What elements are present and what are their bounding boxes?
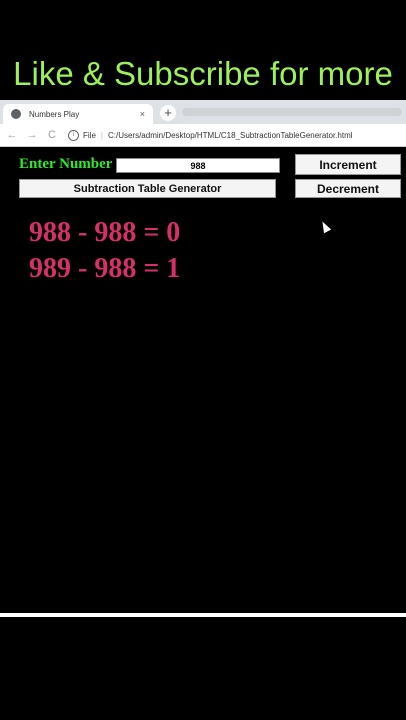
tab-title: Numbers Play [29,109,80,119]
results-list: 988 - 988 = 0 989 - 988 = 1 [29,215,180,287]
address-separator: | [100,130,103,140]
result-row: 989 - 988 = 1 [29,253,181,284]
decrement-button[interactable]: Decrement [295,179,401,198]
result-row: 988 - 988 = 0 [29,217,181,248]
increment-button[interactable]: Increment [295,154,401,175]
promo-banner: Like & Subscribe for more [13,55,393,92]
enter-number-label: Enter Number [19,156,113,172]
address-bar[interactable]: i File | C:/Users/admin/Desktop/HTML/C18… [68,127,353,143]
generate-table-button[interactable]: Subtraction Table Generator [19,179,276,198]
browser-tabstrip: Numbers Play × + [0,100,406,124]
page-content: Enter Number Increment Subtraction Table… [3,147,403,613]
info-icon[interactable]: i [68,129,79,141]
globe-icon [11,109,21,119]
browser-toolbar: ← → C i File | C:/Users/admin/Desktop/HT… [0,124,406,147]
back-icon[interactable]: ← [4,129,20,141]
forward-icon[interactable]: → [24,129,40,141]
close-tab-icon[interactable]: × [140,109,145,119]
tabstrip-background [182,108,402,116]
url-text[interactable]: C:/Users/admin/Desktop/HTML/C18_Subtract… [108,131,353,140]
scheme-label: File [83,130,96,140]
page-bottom-edge [0,613,406,617]
new-tab-button[interactable]: + [160,105,176,121]
browser-tab[interactable]: Numbers Play × [3,104,153,124]
reload-icon[interactable]: C [44,129,60,141]
number-input[interactable] [116,158,280,173]
